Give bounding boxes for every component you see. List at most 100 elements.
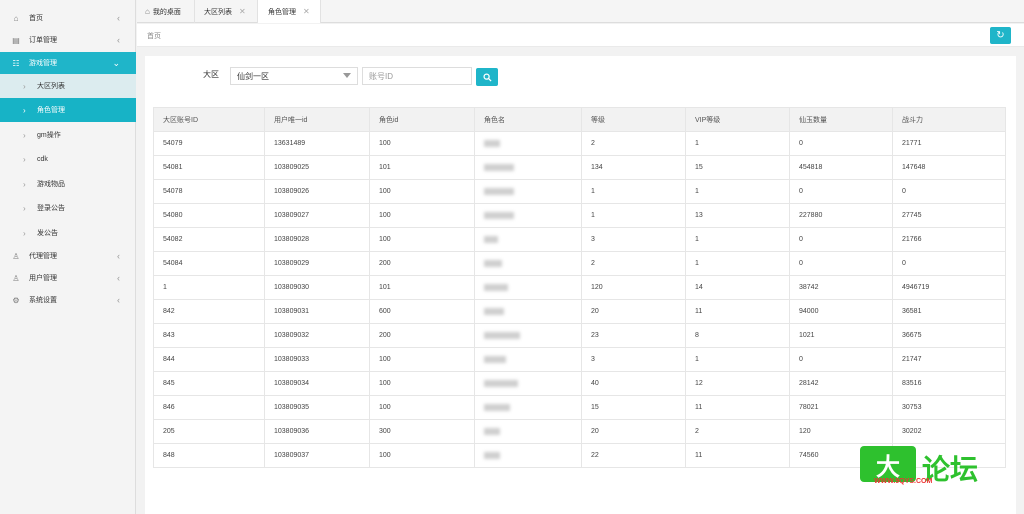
chevron-right-icon: › (23, 81, 26, 91)
sidebar-item-login-notice[interactable]: › 登录公告 (0, 196, 136, 220)
table-cell: 205 (153, 419, 265, 444)
redacted-name (484, 163, 514, 171)
nav-orders[interactable]: ▤ 订单管理 ‹ (0, 29, 136, 51)
user-icon: ♙ (12, 273, 20, 283)
table-cell: 200 (369, 323, 475, 348)
table-cell: 28142 (789, 371, 893, 396)
tab-role-management[interactable]: 角色管理 ✕ (258, 0, 321, 23)
table-row[interactable]: 845 103809034 100 40 12 28142 83516 (153, 371, 1006, 396)
table-cell: 40 (581, 371, 686, 396)
table-cell: 454818 (789, 155, 893, 180)
home-icon: ⌂ (145, 7, 150, 16)
table-cell: 103809029 (264, 251, 370, 276)
col-header: 角色名 (474, 107, 582, 132)
sidebar: ⌂ 首页 ‹ ▤ 订单管理 ‹ ☷ 游戏管理 ⌄ › 大区列表 › 角色管理 ›… (0, 0, 136, 514)
region-label: 大区 (203, 70, 219, 79)
table-cell: 0 (789, 131, 893, 156)
table-cell: 600 (369, 299, 475, 324)
nav-home[interactable]: ⌂ 首页 ‹ (0, 7, 136, 29)
role-name-cell (474, 347, 582, 372)
table-row[interactable]: 844 103809033 100 3 1 0 21747 (153, 347, 1006, 372)
col-header: 角色id (369, 107, 475, 132)
table-cell: 1 (581, 179, 686, 204)
redacted-name (484, 403, 510, 411)
chevron-left-icon: ‹ (117, 13, 120, 23)
tab-label: 大区列表 (204, 8, 232, 16)
table-cell: 1 (685, 131, 790, 156)
home-icon: ⌂ (13, 13, 19, 23)
chevron-right-icon: › (23, 130, 26, 140)
close-icon[interactable]: ✕ (239, 7, 246, 16)
table-row[interactable]: 54079 13631489 100 2 1 0 21771 (153, 131, 1006, 156)
table-cell: 100 (369, 371, 475, 396)
table-row[interactable]: 54081 103809025 101 134 15 454818 147648 (153, 155, 1006, 180)
table-cell: 103809028 (264, 227, 370, 252)
table-cell: 36581 (892, 299, 1006, 324)
role-name-cell (474, 131, 582, 156)
role-name-cell (474, 323, 582, 348)
refresh-button[interactable]: ↻ (990, 27, 1011, 44)
table-row[interactable]: 846 103809035 100 15 11 78021 30753 (153, 395, 1006, 420)
table-row[interactable]: 842 103809031 600 20 11 94000 36581 (153, 299, 1006, 324)
nav-settings[interactable]: ⚙ 系统设置 ‹ (0, 289, 136, 311)
nav-game[interactable]: ☷ 游戏管理 ⌄ (0, 52, 136, 74)
sidebar-item-post-notice[interactable]: › 发公告 (0, 221, 136, 245)
col-header: 仙玉数量 (789, 107, 893, 132)
table-cell: 14 (685, 275, 790, 300)
tab-region-list[interactable]: 大区列表 ✕ (195, 0, 258, 23)
table-cell: 54079 (153, 131, 265, 156)
table-row[interactable]: 54078 103809026 100 1 1 0 0 (153, 179, 1006, 204)
table-cell: 844 (153, 347, 265, 372)
close-icon[interactable]: ✕ (303, 7, 310, 16)
account-id-input[interactable] (362, 67, 472, 85)
table-cell: 120 (789, 419, 893, 444)
chevron-right-icon: › (23, 228, 26, 238)
table-cell: 2 (685, 419, 790, 444)
redacted-name (484, 331, 520, 339)
sidebar-item-role-management[interactable]: › 角色管理 (0, 98, 136, 122)
table-cell: 100 (369, 179, 475, 204)
table-cell: 103809026 (264, 179, 370, 204)
table-row[interactable]: 205 103809036 300 20 2 120 30202 (153, 419, 1006, 444)
sub-item-label: 大区列表 (37, 83, 65, 90)
table-cell: 100 (369, 227, 475, 252)
tab-desktop[interactable]: ⌂ 我的桌面 (137, 0, 195, 23)
role-name-cell (474, 371, 582, 396)
table-cell: 300 (369, 419, 475, 444)
region-select-value: 仙剑一区 (237, 71, 269, 81)
table-cell: 36675 (892, 323, 1006, 348)
table-cell: 54084 (153, 251, 265, 276)
sidebar-item-gm[interactable]: › gm操作 (0, 123, 136, 147)
table-cell: 20 (581, 419, 686, 444)
table-cell: 23 (581, 323, 686, 348)
table-cell: 0 (789, 179, 893, 204)
redacted-name (484, 283, 508, 291)
breadcrumb[interactable]: 首页 (147, 31, 161, 41)
col-header: 用户唯一id (264, 107, 370, 132)
sidebar-item-game-items[interactable]: › 游戏物品 (0, 172, 136, 196)
refresh-icon: ↻ (996, 30, 1005, 41)
table-row[interactable]: 54080 103809027 100 1 13 227880 27745 (153, 203, 1006, 228)
sidebar-item-region-list[interactable]: › 大区列表 (0, 74, 136, 98)
table-cell: 0 (892, 251, 1006, 276)
sub-item-label: 发公告 (37, 230, 58, 237)
table-cell: 30202 (892, 419, 1006, 444)
table-row[interactable]: 843 103809032 200 23 8 1021 36675 (153, 323, 1006, 348)
sidebar-item-cdk[interactable]: › cdk (0, 147, 136, 171)
search-button[interactable] (476, 68, 498, 86)
table-cell: 103809031 (264, 299, 370, 324)
role-name-cell (474, 419, 582, 444)
nav-agents[interactable]: ♙ 代理管理 ‹ (0, 245, 136, 267)
table-cell: 103809025 (264, 155, 370, 180)
nav-orders-label: 订单管理 (29, 37, 57, 44)
chevron-right-icon: › (23, 154, 26, 164)
tab-label: 角色管理 (268, 8, 296, 16)
table-row[interactable]: 54082 103809028 100 3 1 0 21766 (153, 227, 1006, 252)
table-row[interactable]: 54084 103809029 200 2 1 0 0 (153, 251, 1006, 276)
table-cell: 103809030 (264, 275, 370, 300)
region-select[interactable]: 仙剑一区 (230, 67, 358, 85)
nav-users[interactable]: ♙ 用户管理 ‹ (0, 267, 136, 289)
table-cell: 13631489 (264, 131, 370, 156)
table-row[interactable]: 1 103809030 101 120 14 38742 4946719 (153, 275, 1006, 300)
table-cell: 147648 (892, 155, 1006, 180)
